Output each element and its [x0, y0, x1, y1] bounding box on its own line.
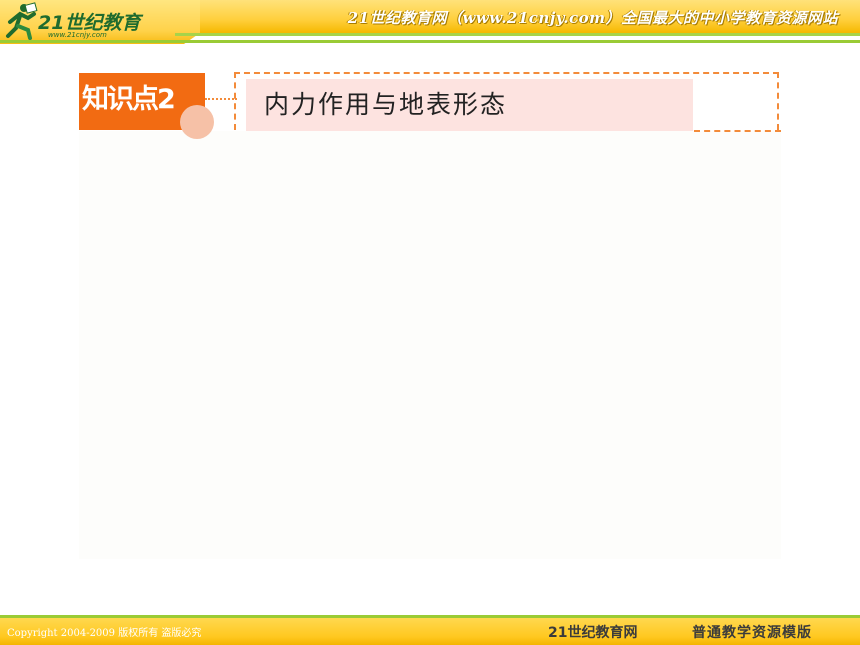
page-header: 21世纪教育 www.21cnjy.com 21世纪教育网（www.21cnjy… [0, 0, 860, 44]
footer-tagline: 普通教学资源模版 [692, 625, 812, 641]
section-title: 内力作用与地表形态 [264, 90, 508, 119]
header-green-stripe [175, 33, 860, 36]
footer-copyright: Copyright 2004-2009 版权所有 盗版必究 [7, 628, 202, 639]
connector-dotted-line [205, 98, 237, 100]
decorative-circle [180, 105, 214, 139]
header-slogan: 21世纪教育网（www.21cnjy.com）全国最大的中小学教育资源网站 [347, 9, 838, 27]
logo-url: www.21cnjy.com [48, 31, 107, 39]
knowledge-point-label: 知识点2 [82, 84, 176, 115]
footer-brand[interactable]: 21世纪教育网 [548, 622, 637, 642]
content-panel [79, 131, 781, 559]
header-green-line [0, 40, 860, 43]
runner-icon [6, 2, 38, 40]
title-dashed-frame-bottom [694, 130, 781, 132]
site-logo[interactable]: 21世纪教育 www.21cnjy.com [4, 2, 154, 40]
